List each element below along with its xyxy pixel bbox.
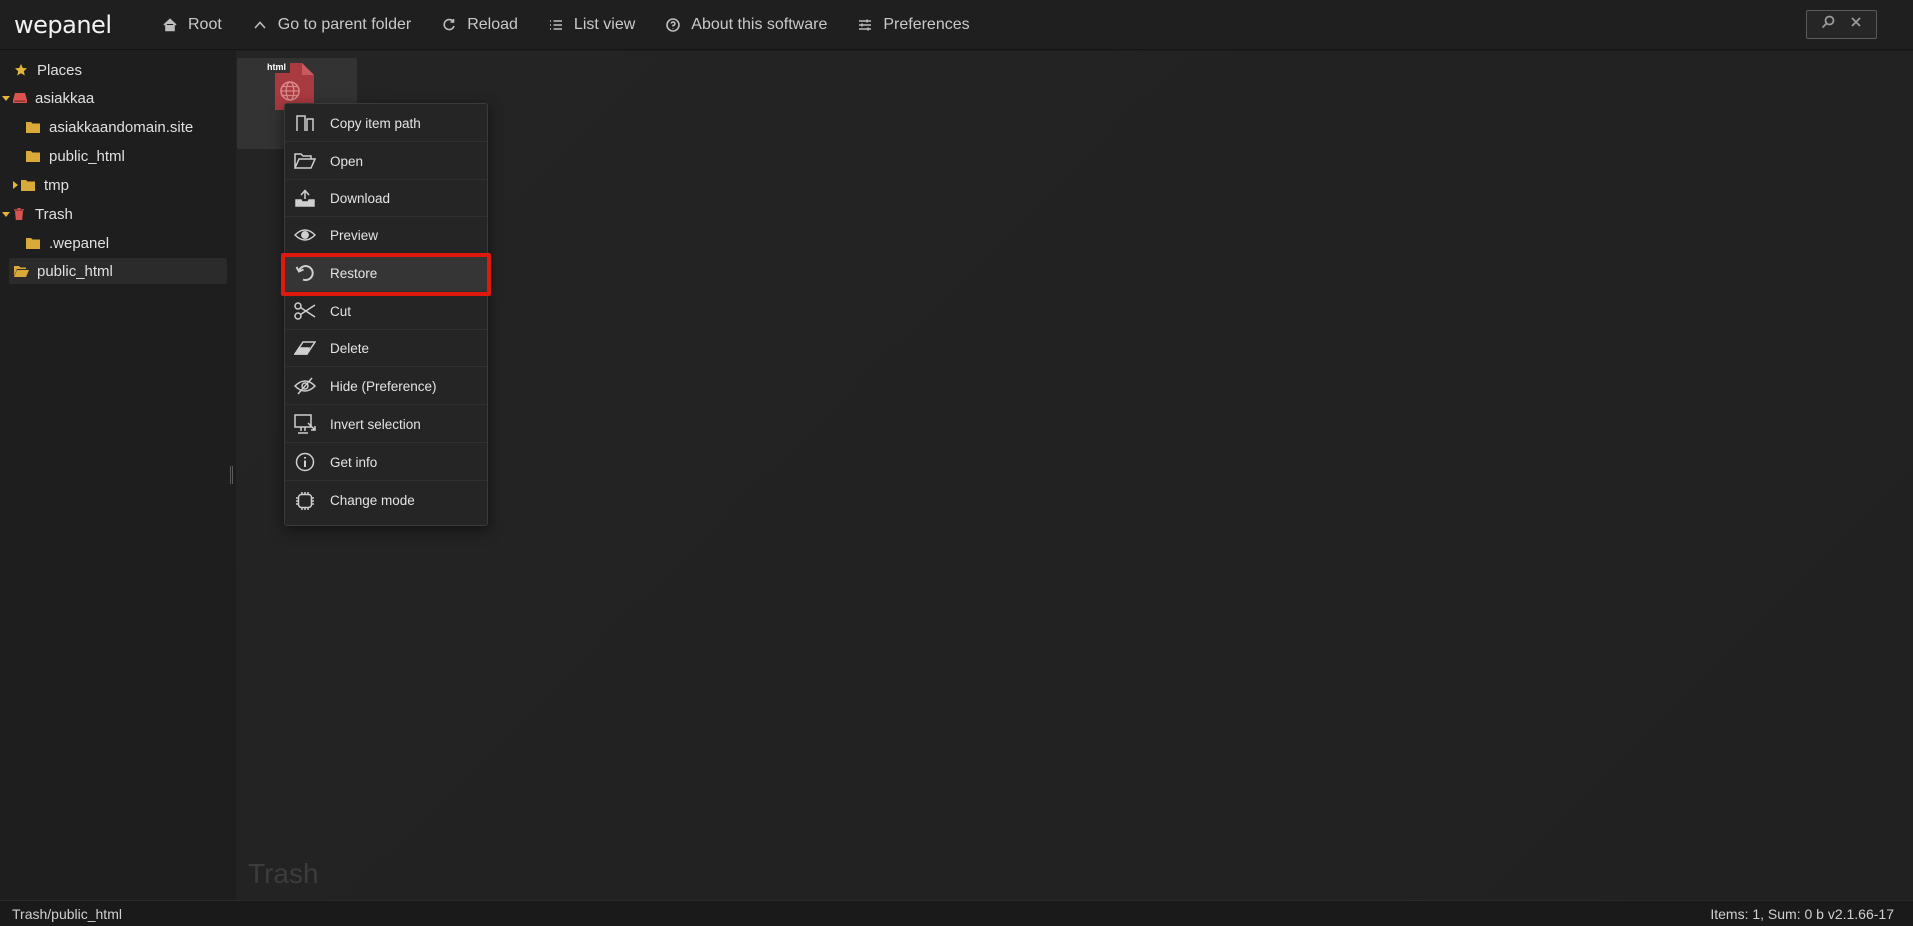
status-summary: Items: 1, Sum: 0 b v2.1.66-17: [1710, 905, 1894, 922]
sidebar-item-asiakkaandomain-site[interactable]: asiakkaandomain.site: [14, 114, 193, 140]
parent-folder-button[interactable]: Go to parent folder: [240, 7, 423, 43]
sidebar-item-label: public_html: [49, 147, 125, 165]
top-toolbar: wepanel Root Go to parent folder Reload …: [0, 0, 1913, 50]
trash-icon: [12, 207, 28, 221]
restore-icon: [293, 263, 317, 283]
about-label: About this software: [691, 15, 828, 33]
download-icon: [293, 188, 317, 208]
invert-selection-icon: [293, 414, 317, 434]
chip-icon: [293, 491, 317, 511]
sidebar-item-wepanel[interactable]: .wepanel: [14, 230, 109, 256]
menu-item-get-info[interactable]: Get info: [285, 444, 487, 481]
drive-icon: [12, 91, 28, 105]
menu-item-label: Copy item path: [330, 115, 421, 131]
caret-down-icon[interactable]: [0, 210, 12, 218]
sidebar-item-public-html[interactable]: public_html: [14, 143, 125, 169]
sidebar-item-label: .wepanel: [49, 234, 110, 252]
menu-item-label: Restore: [330, 265, 378, 281]
file-type-badge: html: [267, 62, 286, 72]
sidebar-tree: Places asiakkaa asiakkaandomain.site pub…: [0, 51, 230, 900]
question-circle-icon: [665, 17, 681, 33]
menu-item-label: Cut: [330, 303, 352, 319]
sidebar-item-places[interactable]: Places: [2, 57, 82, 83]
search-icon[interactable]: [1820, 14, 1836, 35]
menu-item-copy-item-path[interactable]: Copy item path: [285, 105, 487, 142]
menu-item-label: Get info: [330, 454, 378, 470]
menu-item-label: Preview: [330, 227, 379, 243]
sidebar-item-label: tmp: [44, 176, 70, 194]
menu-item-restore[interactable]: Restore: [285, 255, 487, 292]
menu-item-hide[interactable]: Hide (Preference): [285, 368, 487, 405]
app-logo: wepanel: [14, 10, 112, 39]
search-box[interactable]: [1806, 10, 1877, 39]
sidebar-item-asiakkaa[interactable]: asiakkaa: [0, 85, 94, 111]
about-button[interactable]: About this software: [653, 7, 839, 43]
menu-item-label: Hide (Preference): [330, 378, 437, 394]
reload-label: Reload: [467, 15, 518, 33]
root-button[interactable]: Root: [150, 7, 234, 43]
sidebar-item-trash-public-html[interactable]: public_html: [9, 258, 227, 284]
sidebar-item-label: Trash: [35, 205, 73, 223]
sidebar-item-label: asiakkaa: [35, 89, 95, 107]
menu-item-download[interactable]: Download: [285, 180, 487, 217]
folder-icon: [26, 149, 42, 163]
eye-slash-icon: [293, 376, 317, 396]
list-icon: [548, 17, 564, 33]
menu-item-delete[interactable]: Delete: [285, 330, 487, 367]
folder-open-icon: [293, 151, 317, 171]
chevron-up-icon: [252, 17, 268, 33]
home-icon: [162, 17, 178, 33]
reload-button[interactable]: Reload: [429, 7, 530, 43]
status-bar: Trash/public_html Items: 1, Sum: 0 b v2.…: [0, 900, 1913, 926]
menu-item-label: Open: [330, 153, 364, 169]
copy-path-icon: [293, 113, 317, 133]
menu-item-label: Download: [330, 190, 391, 206]
sidebar-item-label: asiakkaandomain.site: [49, 118, 194, 136]
menu-item-label: Change mode: [330, 493, 415, 508]
root-label: Root: [188, 15, 222, 33]
menu-item-preview[interactable]: Preview: [285, 217, 487, 254]
folder-icon: [21, 178, 37, 192]
caret-right-icon[interactable]: [9, 181, 21, 189]
menu-item-label: Delete: [330, 340, 370, 356]
info-icon: [293, 452, 317, 472]
context-menu: Copy item path Open Download Preview Res…: [284, 103, 488, 526]
sliders-icon: [857, 17, 873, 33]
preferences-button[interactable]: Preferences: [845, 7, 981, 43]
eraser-icon: [293, 338, 317, 358]
sidebar-item-label: public_html: [37, 262, 113, 280]
list-view-button[interactable]: List view: [536, 7, 647, 43]
folder-open-icon: [14, 264, 30, 278]
menu-item-label: Invert selection: [330, 416, 421, 432]
star-icon: [14, 63, 30, 77]
folder-watermark: Trash: [248, 858, 319, 889]
reload-icon: [441, 17, 457, 33]
eye-icon: [293, 225, 317, 245]
menu-item-cut[interactable]: Cut: [285, 293, 487, 330]
menu-item-invert-selection[interactable]: Invert selection: [285, 406, 487, 443]
sidebar-item-tmp[interactable]: tmp: [9, 172, 69, 198]
list-view-label: List view: [573, 15, 636, 33]
toolbar-buttons: Root Go to parent folder Reload List vie…: [150, 7, 988, 43]
menu-item-open[interactable]: Open: [285, 143, 487, 180]
menu-item-change-mode[interactable]: Change mode: [285, 482, 487, 519]
sidebar-resize-handle[interactable]: [230, 466, 233, 484]
preferences-label: Preferences: [883, 15, 970, 33]
scissors-icon: [293, 301, 317, 321]
folder-icon: [26, 236, 42, 250]
folder-icon: [26, 120, 42, 134]
close-icon[interactable]: [1849, 15, 1863, 34]
parent-folder-label: Go to parent folder: [277, 15, 412, 33]
sidebar-item-label: Places: [37, 61, 83, 79]
status-path: Trash/public_html: [12, 905, 122, 922]
caret-down-icon[interactable]: [0, 94, 12, 102]
sidebar-item-trash[interactable]: Trash: [0, 201, 73, 227]
